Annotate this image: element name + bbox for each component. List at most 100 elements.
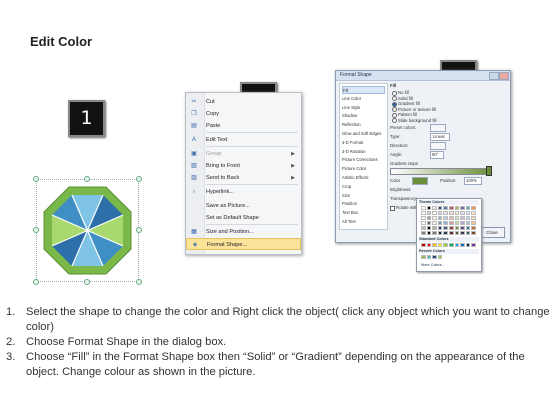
dialog-nav-item[interactable]: Text Box — [342, 209, 385, 217]
color-swatch[interactable] — [460, 211, 465, 215]
color-swatch[interactable] — [426, 206, 432, 210]
color-swatch[interactable] — [421, 221, 426, 225]
color-swatch[interactable] — [443, 226, 448, 230]
type-combo[interactable]: Linear — [430, 133, 450, 141]
dialog-nav-item[interactable]: Line Color — [342, 95, 385, 103]
color-swatch[interactable] — [443, 216, 448, 220]
menu-item[interactable]: ▧ Bring to Front ▶ — [186, 160, 301, 172]
color-swatch[interactable] — [460, 226, 465, 230]
gradient-stop-handle[interactable] — [486, 166, 492, 176]
rotate-checkbox[interactable] — [390, 206, 395, 211]
color-swatch[interactable] — [471, 221, 476, 225]
dialog-nav-item[interactable]: Size — [342, 192, 385, 200]
color-swatch[interactable] — [449, 226, 454, 230]
menu-item[interactable]: ❐ Copy — [186, 108, 301, 120]
color-swatch[interactable] — [460, 206, 465, 210]
menu-item[interactable]: A Edit Text — [186, 134, 301, 146]
dialog-nav-item[interactable]: Line Style — [342, 104, 385, 112]
color-swatch[interactable] — [437, 226, 443, 230]
help-icon[interactable] — [489, 72, 499, 80]
color-swatch[interactable] — [471, 231, 476, 235]
more-colors-link[interactable]: More Colors... — [421, 263, 445, 267]
color-swatch[interactable] — [460, 221, 465, 225]
fill-option-radio[interactable] — [392, 107, 397, 112]
color-swatch[interactable] — [432, 206, 437, 210]
color-swatch[interactable] — [454, 221, 460, 225]
menu-item[interactable]: ✂ Cut — [186, 96, 301, 108]
color-swatch[interactable] — [454, 206, 460, 210]
color-swatch[interactable] — [471, 243, 476, 247]
dialog-nav-item[interactable]: 3-D Format — [342, 139, 385, 147]
dialog-nav-item[interactable]: Picture Corrections — [342, 156, 385, 164]
dialog-nav-item[interactable]: Fill — [342, 86, 385, 94]
color-swatch[interactable] — [454, 226, 460, 230]
color-swatch[interactable] — [465, 226, 471, 230]
color-swatch[interactable] — [449, 231, 454, 235]
color-swatch[interactable] — [449, 211, 454, 215]
menu-item[interactable]: ▤ Paste — [186, 120, 301, 132]
color-swatch[interactable] — [460, 231, 465, 235]
color-swatch[interactable] — [471, 206, 476, 210]
menu-item[interactable]: Save as Picture... — [186, 200, 301, 212]
color-swatch[interactable] — [443, 206, 448, 210]
color-swatch[interactable] — [426, 221, 432, 225]
fill-option-radio[interactable] — [392, 112, 397, 118]
color-swatch[interactable] — [432, 255, 437, 259]
fill-option-radio[interactable] — [392, 96, 397, 101]
color-swatch[interactable] — [437, 243, 443, 247]
color-swatch[interactable] — [421, 255, 426, 259]
color-swatch[interactable] — [471, 211, 476, 215]
angle-input[interactable]: 90° — [430, 151, 444, 159]
color-swatch[interactable] — [421, 243, 426, 247]
color-swatch[interactable] — [454, 231, 460, 235]
color-swatch[interactable] — [460, 216, 465, 220]
gradient-stops-bar[interactable] — [390, 168, 492, 175]
dialog-nav-item[interactable]: Artistic Effects — [342, 174, 385, 182]
color-swatch[interactable] — [454, 243, 460, 247]
color-swatch[interactable] — [460, 243, 465, 247]
color-swatch[interactable] — [465, 206, 471, 210]
dialog-nav-item[interactable]: Position — [342, 200, 385, 208]
color-swatch[interactable] — [426, 255, 432, 259]
color-swatch[interactable] — [437, 231, 443, 235]
dialog-nav-item[interactable]: Shadow — [342, 112, 385, 120]
color-swatch[interactable] — [471, 226, 476, 230]
color-swatch[interactable] — [465, 221, 471, 225]
color-swatch[interactable] — [465, 211, 471, 215]
color-swatch[interactable] — [454, 216, 460, 220]
menu-item[interactable]: ▨ Send to Back ▶ — [186, 172, 301, 184]
direction-button[interactable] — [430, 142, 446, 150]
color-swatch[interactable] — [437, 216, 443, 220]
fill-option-radio[interactable] — [392, 101, 397, 107]
color-swatch[interactable] — [437, 255, 443, 259]
fill-option-radio[interactable] — [392, 90, 397, 96]
color-swatch[interactable] — [421, 216, 426, 220]
dialog-nav-item[interactable]: Picture Color — [342, 165, 385, 173]
color-swatch[interactable] — [426, 226, 432, 230]
color-swatch[interactable] — [432, 231, 437, 235]
close-button[interactable]: Close — [479, 227, 505, 238]
color-swatch[interactable] — [421, 226, 426, 230]
dialog-nav-item[interactable]: Glow and Soft Edges — [342, 130, 385, 138]
color-swatch[interactable] — [449, 216, 454, 220]
color-swatch[interactable] — [432, 216, 437, 220]
color-picker-button[interactable] — [412, 177, 428, 185]
color-swatch[interactable] — [421, 211, 426, 215]
dialog-nav-item[interactable]: Reflection — [342, 121, 385, 129]
dialog-nav-item[interactable]: Alt Text — [342, 218, 385, 226]
color-swatch[interactable] — [426, 211, 432, 215]
color-swatch[interactable] — [465, 243, 471, 247]
dialog-nav-item[interactable]: 3-D Rotation — [342, 148, 385, 156]
color-swatch[interactable] — [443, 221, 448, 225]
color-swatch[interactable] — [454, 211, 460, 215]
color-swatch[interactable] — [426, 216, 432, 220]
fill-option-radio[interactable] — [392, 118, 397, 123]
close-icon[interactable] — [499, 72, 509, 80]
color-swatch[interactable] — [437, 206, 443, 210]
color-swatch[interactable] — [465, 231, 471, 235]
menu-item[interactable]: ♁ Hyperlink... — [186, 186, 301, 198]
color-swatch[interactable] — [437, 221, 443, 225]
color-swatch[interactable] — [432, 211, 437, 215]
color-swatch[interactable] — [426, 243, 432, 247]
color-swatch[interactable] — [437, 211, 443, 215]
